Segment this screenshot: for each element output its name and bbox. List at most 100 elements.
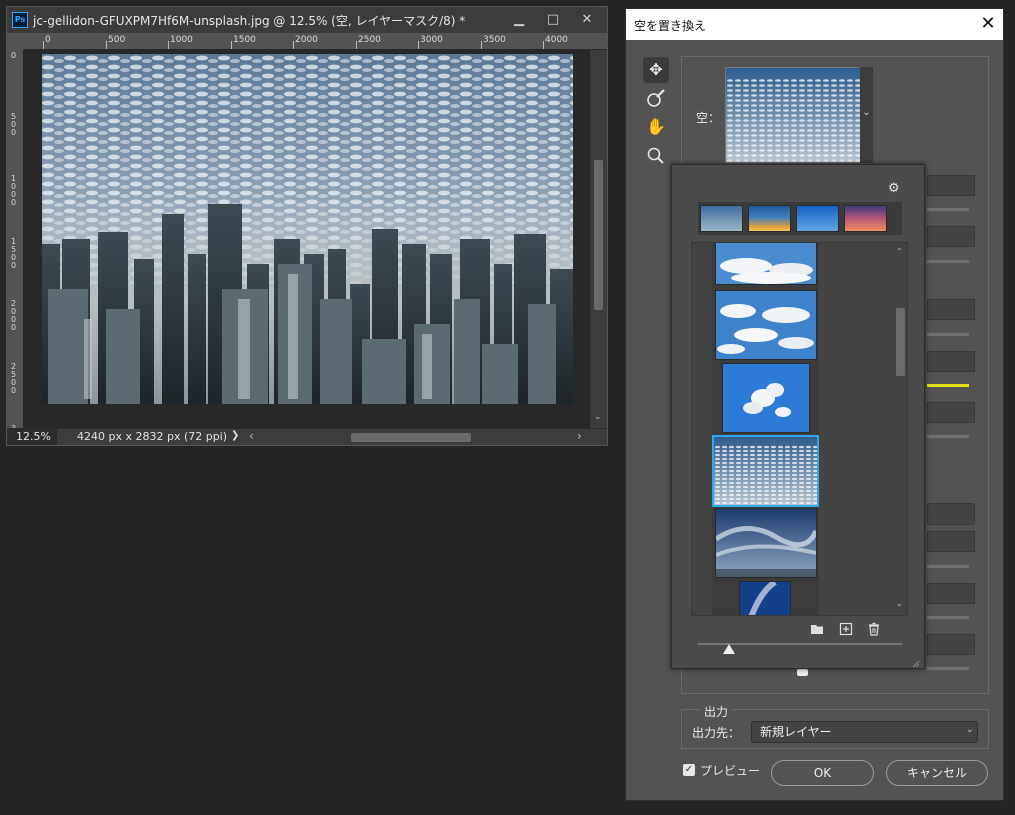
hidden-slider[interactable]: [927, 260, 969, 263]
ruler-tick: [543, 41, 544, 49]
hidden-dropdown[interactable]: [927, 503, 975, 525]
ruler-label: 500: [108, 35, 126, 45]
gear-icon[interactable]: ⚙: [888, 181, 900, 196]
scroll-down-arrow[interactable]: ⌄: [594, 412, 602, 422]
hidden-color-slider[interactable]: [927, 384, 969, 387]
preview-checkbox[interactable]: ✓: [683, 764, 695, 776]
sky-label: 空：: [696, 111, 721, 125]
horizontal-scroll-thumb[interactable]: [351, 433, 471, 442]
dialog-close-icon[interactable]: ✕: [976, 13, 1000, 35]
sky-preset-popup: ⚙ ⌃ ⌄: [671, 164, 925, 669]
ruler-tick: [43, 41, 44, 49]
ruler-tick: [356, 41, 357, 49]
hidden-field[interactable]: [927, 226, 975, 247]
folder-icon[interactable]: [810, 622, 824, 636]
sky-preset-thumbnail[interactable]: [739, 581, 791, 615]
ruler-label: 2500: [358, 35, 381, 45]
document-title-bar[interactable]: Ps jc-gellidon-GFUXPM7Hf6M-unsplash.jpg …: [7, 7, 607, 33]
ruler-corner[interactable]: [7, 33, 24, 50]
sky-brush-tool-icon[interactable]: [643, 85, 669, 111]
document-window: Ps jc-gellidon-GFUXPM7Hf6M-unsplash.jpg …: [6, 6, 608, 446]
horizontal-ruler[interactable]: 0 500 1000 1500 2000 2500 3000 3500 4000: [24, 33, 607, 50]
ruler-label: 4000: [545, 35, 568, 45]
chevron-down-icon: ⌄: [966, 725, 974, 735]
sky-preset-thumbnail[interactable]: [722, 363, 810, 433]
sky-preset-thumbnail[interactable]: [715, 508, 817, 578]
sky-preset-list: ⌃ ⌄: [691, 242, 908, 616]
hidden-slider[interactable]: [927, 565, 969, 568]
city-sky-photo[interactable]: [42, 54, 573, 404]
document-size-info: 4240 px x 2832 px (72 ppi): [77, 430, 228, 443]
preset-group-blue-sky[interactable]: [700, 205, 743, 232]
ruler-label: 1500: [11, 237, 17, 270]
preset-list-scrollbar[interactable]: ⌃ ⌄: [892, 243, 907, 615]
preset-group-spectacular[interactable]: [748, 205, 791, 232]
scroll-left-arrow[interactable]: ‹: [249, 429, 254, 443]
hidden-field[interactable]: [927, 634, 975, 655]
sky-preset-column: [712, 243, 819, 615]
horizontal-scrollbar[interactable]: ‹ ›: [247, 429, 587, 443]
vertical-ruler[interactable]: 0 500 1000 1500 2000 2500 3: [7, 50, 24, 433]
ruler-tick: [418, 41, 419, 49]
ruler-label: 1000: [11, 174, 17, 207]
ruler-tick: [293, 41, 294, 49]
move-tool-icon[interactable]: ✥: [643, 57, 669, 83]
canvas-area[interactable]: [24, 50, 590, 433]
document-title: jc-gellidon-GFUXPM7Hf6M-unsplash.jpg @ 1…: [33, 14, 466, 28]
scroll-down-arrow[interactable]: ⌄: [896, 599, 903, 608]
ruler-tick: [168, 41, 169, 49]
slider-knob[interactable]: [797, 669, 808, 676]
new-preset-icon[interactable]: [839, 622, 853, 636]
hidden-field[interactable]: [927, 299, 975, 320]
vertical-scroll-thumb[interactable]: [594, 160, 603, 310]
hidden-slider[interactable]: [927, 333, 969, 336]
hidden-slider[interactable]: [927, 435, 969, 438]
ruler-label: 2000: [11, 299, 17, 332]
cancel-button[interactable]: キャンセル: [886, 760, 988, 786]
preset-list-scroll-thumb[interactable]: [896, 308, 905, 376]
sky-preview-thumbnail[interactable]: [725, 67, 861, 163]
ruler-label: 3500: [483, 35, 506, 45]
ruler-label: 1000: [170, 35, 193, 45]
ruler-label: 0: [45, 35, 51, 45]
hidden-field[interactable]: [927, 531, 975, 552]
zoom-tool-icon[interactable]: [643, 143, 669, 169]
scroll-up-arrow[interactable]: ⌃: [896, 247, 903, 256]
preset-group-sunset-pink[interactable]: [844, 205, 887, 232]
minimize-button[interactable]: ▁: [504, 9, 534, 31]
ruler-label: 3000: [420, 35, 443, 45]
status-menu-arrow[interactable]: ❯: [231, 430, 239, 441]
hand-tool-icon[interactable]: ✋: [643, 114, 669, 140]
sky-preset-thumbnail-selected[interactable]: [712, 435, 819, 507]
preset-group-sunset-blue[interactable]: [796, 205, 839, 232]
trash-icon[interactable]: [867, 622, 881, 636]
scroll-right-arrow[interactable]: ›: [577, 429, 582, 443]
zoom-level-field[interactable]: 12.5%: [7, 429, 57, 445]
document-status-bar: 12.5% 4240 px x 2832 px (72 ppi) ❯ ‹ ›: [7, 428, 607, 445]
sky-preset-thumbnail[interactable]: [715, 290, 817, 360]
preview-label[interactable]: プレビュー: [700, 762, 760, 779]
hidden-field[interactable]: [927, 351, 975, 372]
hidden-slider[interactable]: [927, 208, 969, 211]
output-to-label: 出力先：: [692, 726, 741, 740]
dialog-title: 空を置き換え: [634, 19, 707, 33]
vertical-scrollbar[interactable]: ⌄: [590, 50, 607, 433]
ruler-tick: [106, 41, 107, 49]
hidden-slider[interactable]: [927, 616, 969, 619]
dialog-title-bar[interactable]: 空を置き換え ✕: [626, 9, 1003, 40]
hidden-slider[interactable]: [927, 667, 969, 670]
ruler-label: 2000: [295, 35, 318, 45]
hidden-field[interactable]: [927, 175, 975, 196]
ok-button[interactable]: OK: [771, 760, 874, 786]
sky-preset-thumbnail[interactable]: [715, 243, 817, 285]
sky-dropdown-chevron-icon[interactable]: ⌄: [860, 67, 873, 163]
resize-grip-icon[interactable]: [910, 653, 920, 668]
maximize-button[interactable]: □: [538, 9, 568, 31]
hidden-field[interactable]: [927, 402, 975, 423]
photoshop-icon: Ps: [12, 12, 28, 28]
thumbnail-size-slider-knob[interactable]: [723, 639, 735, 654]
preset-group-row: [698, 202, 902, 235]
hidden-field[interactable]: [927, 583, 975, 604]
close-button[interactable]: ✕: [572, 9, 602, 31]
output-to-select[interactable]: 新規レイヤー: [751, 721, 978, 743]
